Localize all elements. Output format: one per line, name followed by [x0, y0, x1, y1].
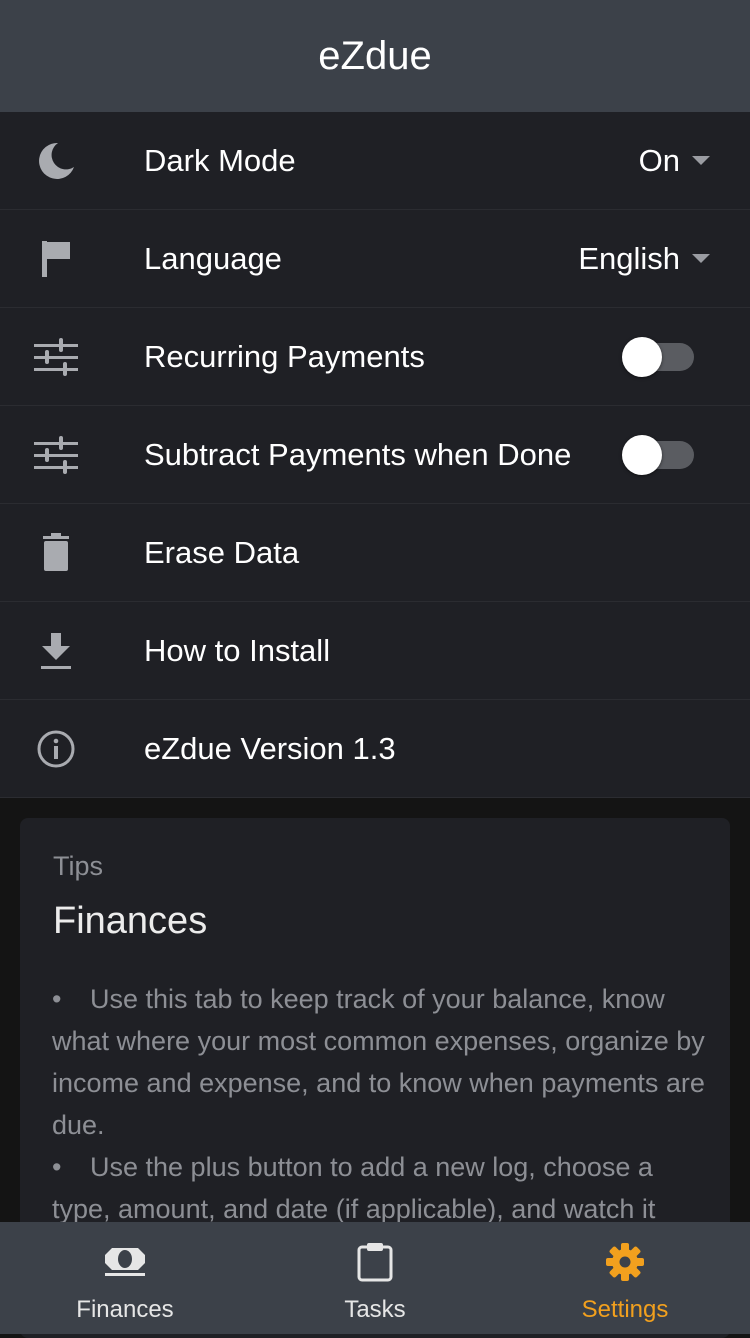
- chevron-down-icon: [692, 156, 710, 165]
- bottom-nav: Finances Tasks Settings: [0, 1222, 750, 1334]
- app-header: eZdue: [0, 0, 750, 112]
- language-select[interactable]: English: [578, 241, 710, 277]
- nav-finances-label: Finances: [76, 1296, 174, 1323]
- language-row[interactable]: Language English: [0, 210, 750, 308]
- erase-data-row[interactable]: Erase Data: [0, 504, 750, 602]
- moon-icon: [34, 139, 78, 183]
- app-title: eZdue: [318, 33, 432, 78]
- how-to-install-row[interactable]: How to Install: [0, 602, 750, 700]
- tips-body: • Use this tab to keep track of your bala…: [52, 978, 712, 1230]
- dark-mode-select[interactable]: On: [639, 143, 710, 179]
- nav-tasks[interactable]: Tasks: [250, 1222, 500, 1334]
- language-label: Language: [144, 240, 282, 276]
- bullet: •: [52, 984, 62, 1014]
- flag-icon: [34, 237, 78, 281]
- tip-item: • Use the plus button to add a new log, c…: [52, 1146, 712, 1230]
- tip-text: Use the plus button to add a new log, ch…: [52, 1152, 656, 1224]
- nav-finances[interactable]: Finances: [0, 1222, 250, 1334]
- info-icon: [34, 727, 78, 771]
- clipboard-icon: [353, 1240, 397, 1284]
- tip-item: • Use this tab to keep track of your bala…: [52, 978, 712, 1146]
- version-row: eZdue Version 1.3: [0, 700, 750, 798]
- money-icon: [103, 1240, 147, 1284]
- sliders-icon: [34, 433, 78, 477]
- dark-mode-row[interactable]: Dark Mode On: [0, 112, 750, 210]
- subtract-payments-toggle[interactable]: [622, 434, 694, 475]
- nav-tasks-label: Tasks: [344, 1296, 406, 1323]
- dark-mode-value: On: [638, 142, 680, 178]
- nav-settings-label: Settings: [581, 1296, 669, 1323]
- settings-list: Dark Mode On Language English Recurring …: [0, 112, 750, 798]
- dark-mode-label: Dark Mode: [144, 142, 296, 178]
- nav-settings[interactable]: Settings: [500, 1222, 750, 1334]
- how-to-install-label: How to Install: [144, 632, 331, 668]
- gear-icon: [603, 1240, 647, 1284]
- erase-data-label: Erase Data: [144, 534, 300, 570]
- language-value: English: [578, 240, 680, 276]
- chevron-down-icon: [692, 254, 710, 263]
- toggle-knob: [622, 336, 662, 377]
- subtract-payments-row: Subtract Payments when Done: [0, 406, 750, 504]
- version-label: eZdue Version 1.3: [144, 730, 396, 766]
- recurring-payments-label: Recurring Payments: [144, 338, 425, 374]
- sliders-icon: [34, 335, 78, 379]
- tip-text: Use this tab to keep track of your balan…: [52, 984, 705, 1140]
- tips-caption: Tips: [53, 851, 104, 881]
- toggle-knob: [622, 434, 662, 475]
- trash-icon: [34, 531, 78, 575]
- recurring-payments-toggle[interactable]: [622, 336, 694, 377]
- subtract-payments-label: Subtract Payments when Done: [144, 436, 572, 472]
- download-icon: [34, 629, 78, 673]
- bullet: •: [52, 1152, 62, 1182]
- recurring-payments-row: Recurring Payments: [0, 308, 750, 406]
- tips-heading: Finances: [53, 900, 208, 942]
